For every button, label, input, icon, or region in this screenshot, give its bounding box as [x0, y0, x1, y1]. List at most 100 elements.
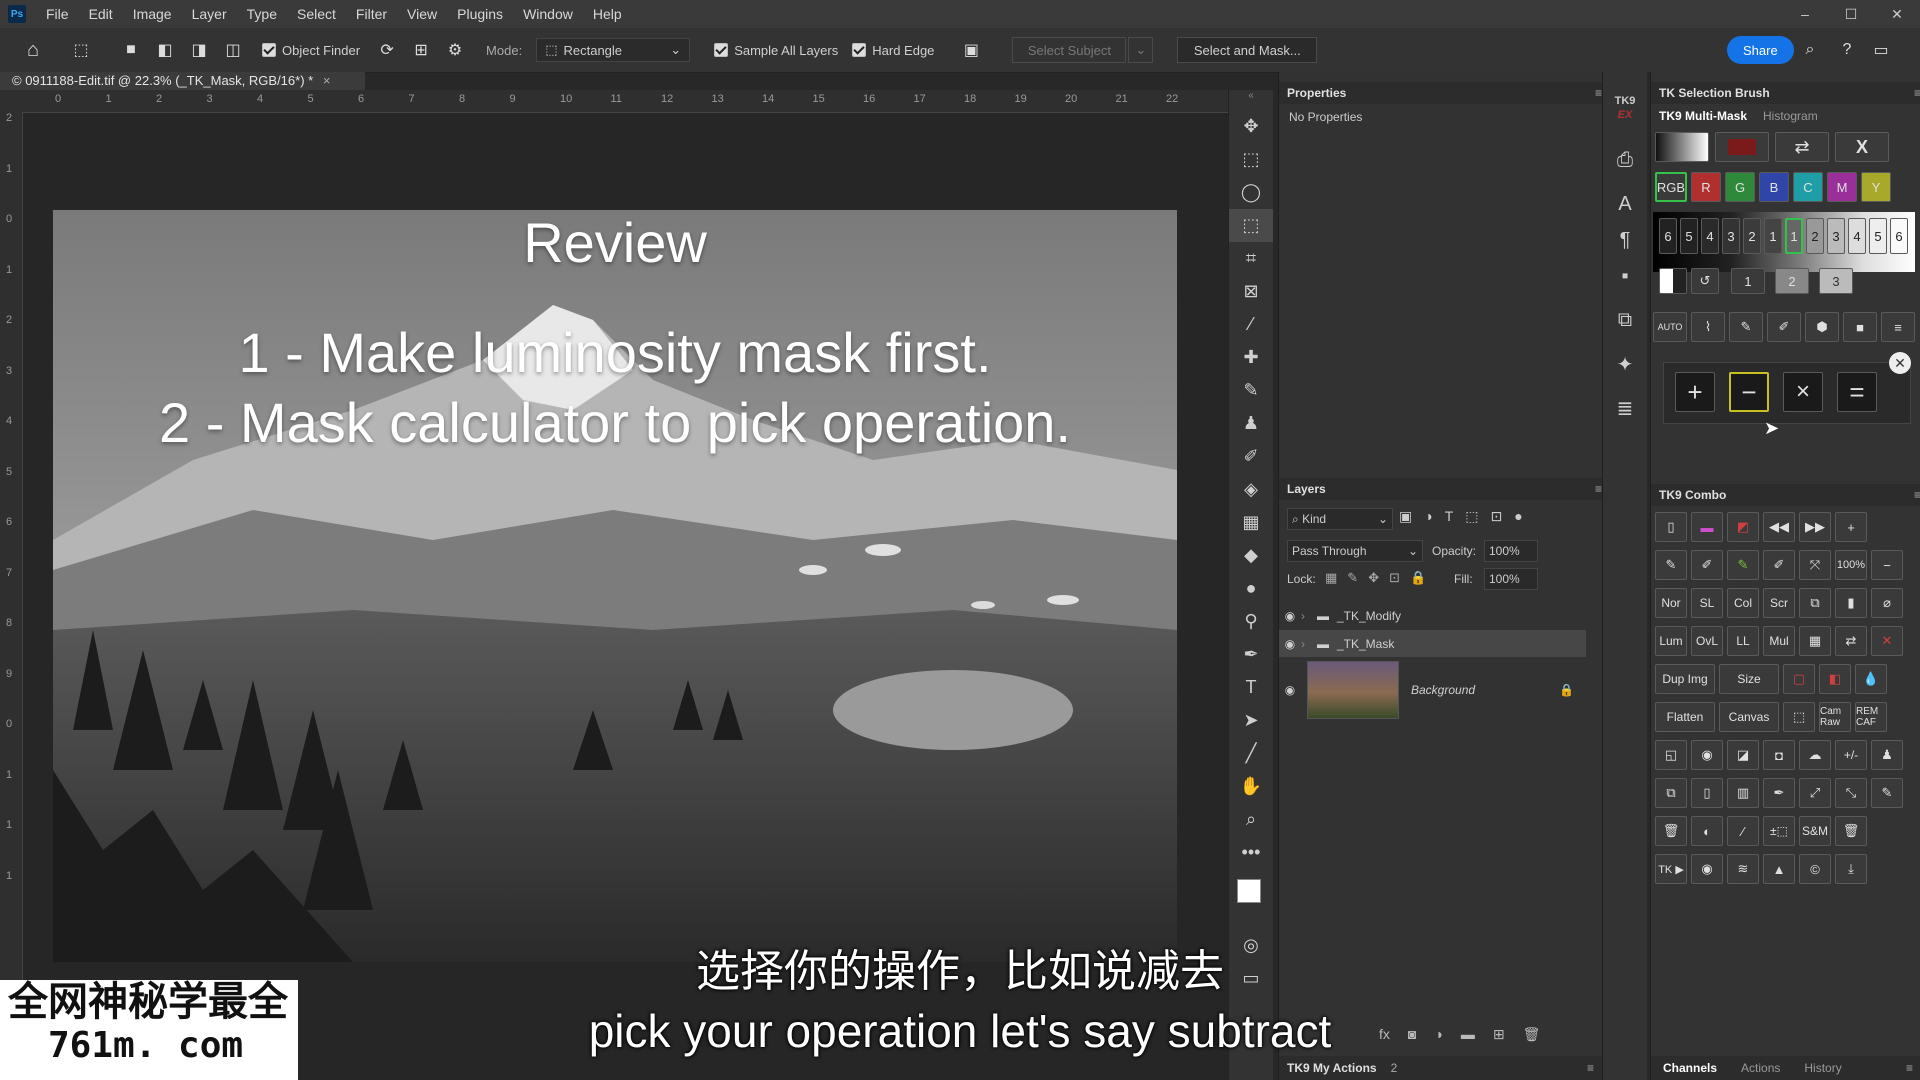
level-light-4[interactable]: 4: [1848, 218, 1866, 254]
auto-levels-icon[interactable]: AUTO: [1653, 312, 1687, 342]
show-all-objects-icon[interactable]: ⊞: [408, 37, 434, 63]
chevron-right-icon[interactable]: ›: [1301, 609, 1317, 623]
adjustment-filter-icon[interactable]: ◑: [1424, 508, 1432, 525]
camera-icon[interactable]: ◉: [1691, 740, 1723, 770]
sparkle-icon[interactable]: ✦: [1603, 342, 1647, 386]
object-selection-tool-icon[interactable]: ⬚: [68, 37, 94, 63]
smart-object-filter-icon[interactable]: ⊡: [1491, 508, 1503, 525]
frame-tool-icon[interactable]: ⊠: [1229, 275, 1273, 308]
lasso-tool-icon[interactable]: ◯: [1229, 176, 1273, 209]
new-selection-icon[interactable]: ■: [118, 37, 144, 63]
lock-position-icon[interactable]: ✥: [1368, 570, 1379, 586]
search-icon[interactable]: ⌕: [1797, 37, 1823, 63]
add-to-selection-icon[interactable]: ◧: [152, 37, 178, 63]
panel-menu-icon[interactable]: ≡: [1906, 1061, 1913, 1075]
panel-menu-icon[interactable]: ≡: [1914, 488, 1920, 502]
tk-play-button[interactable]: TK ▶: [1655, 854, 1687, 884]
menu-edit[interactable]: Edit: [79, 0, 123, 28]
chevron-down-icon[interactable]: ⌄: [1128, 37, 1154, 63]
print-icon[interactable]: ⎙: [1603, 138, 1647, 182]
calculator-icon[interactable]: ▦: [1799, 626, 1831, 656]
eye-icon[interactable]: ◉: [1279, 609, 1301, 623]
blend-col-button[interactable]: Col: [1727, 588, 1759, 618]
resize-icon[interactable]: ⤢: [1799, 778, 1831, 808]
channel-c[interactable]: C: [1793, 172, 1823, 202]
menu-file[interactable]: File: [36, 0, 79, 28]
menu-view[interactable]: View: [397, 0, 447, 28]
layer-row[interactable]: ◉ Background 🔒: [1279, 660, 1586, 720]
portrait-icon[interactable]: ◘: [1763, 740, 1795, 770]
flatten-button[interactable]: Flatten: [1655, 702, 1715, 732]
level-dark-5[interactable]: 5: [1680, 218, 1698, 254]
blend-mul-button[interactable]: Mul: [1763, 626, 1795, 656]
add-icon[interactable]: +: [1835, 512, 1867, 542]
blend-ovl-button[interactable]: OvL: [1691, 626, 1723, 656]
tab-actions[interactable]: Actions: [1729, 1061, 1792, 1075]
edit-icon[interactable]: ✎: [1871, 778, 1903, 808]
foreground-color-swatch[interactable]: [1237, 879, 1261, 903]
chevron-right-icon[interactable]: ›: [1301, 637, 1317, 651]
dup-img-button[interactable]: Dup Img: [1655, 664, 1715, 694]
minus-icon[interactable]: −: [1871, 550, 1903, 580]
glyph-icon[interactable]: ▪: [1603, 254, 1647, 298]
help-icon[interactable]: ?: [1834, 37, 1860, 63]
mode-dropdown[interactable]: ⬚ Rectangle ⌄: [536, 38, 691, 62]
mask-icon[interactable]: ▮: [1835, 588, 1867, 618]
menu-window[interactable]: Window: [513, 0, 583, 28]
brush-black-icon[interactable]: ✎: [1729, 312, 1763, 342]
menu-icon[interactable]: ≡: [1881, 312, 1915, 342]
expand-icon[interactable]: ⤧: [1799, 550, 1831, 580]
triangle-icon[interactable]: ▲: [1763, 854, 1795, 884]
tab-channels[interactable]: Channels: [1651, 1061, 1729, 1075]
black-square-icon[interactable]: ■: [1843, 312, 1877, 342]
color-icon[interactable]: ◩: [1727, 512, 1759, 542]
color-bars-icon[interactable]: ≣: [1603, 386, 1647, 430]
channel-m[interactable]: M: [1827, 172, 1857, 202]
invert-icon[interactable]: [1659, 268, 1687, 294]
path-selection-tool-icon[interactable]: ➤: [1229, 704, 1273, 737]
share-button[interactable]: Share: [1727, 36, 1794, 64]
blend-lum-button[interactable]: Lum: [1655, 626, 1687, 656]
red-layer-icon[interactable]: ◧: [1819, 664, 1851, 694]
brush-green-icon[interactable]: ✎: [1727, 550, 1759, 580]
cam-raw-button[interactable]: Cam Raw: [1819, 702, 1851, 732]
undo-icon[interactable]: ↺: [1691, 268, 1719, 294]
panel-menu-icon[interactable]: ≡: [1914, 86, 1920, 100]
menu-select[interactable]: Select: [287, 0, 346, 28]
size-button[interactable]: Size: [1719, 664, 1779, 694]
sub-level-3[interactable]: 3: [1819, 268, 1853, 294]
red-frame-icon[interactable]: ▢: [1783, 664, 1815, 694]
gradient-tool-icon[interactable]: ▦: [1229, 506, 1273, 539]
channel-rgb[interactable]: RGB: [1655, 172, 1687, 202]
subtract-from-selection-icon[interactable]: ◨: [186, 37, 212, 63]
copyright-icon[interactable]: ©: [1799, 854, 1831, 884]
blend-nor-button[interactable]: Nor: [1655, 588, 1687, 618]
menu-layer[interactable]: Layer: [182, 0, 237, 28]
equals-operation-button[interactable]: =: [1837, 372, 1877, 412]
brush-grey-icon[interactable]: ✐: [1763, 550, 1795, 580]
level-light-5[interactable]: 5: [1869, 218, 1887, 254]
plus-minus-button[interactable]: +/-: [1835, 740, 1867, 770]
document-image[interactable]: Review 1 - Make luminosity mask first. 2…: [53, 210, 1177, 962]
minimize-icon[interactable]: –: [1782, 0, 1828, 28]
download-icon[interactable]: ⤓: [1835, 854, 1867, 884]
menu-help[interactable]: Help: [583, 0, 632, 28]
level-light-3[interactable]: 3: [1827, 218, 1845, 254]
red-x-icon[interactable]: ✕: [1871, 626, 1903, 656]
opacity-field[interactable]: 100%: [1484, 540, 1538, 562]
menu-filter[interactable]: Filter: [346, 0, 397, 28]
menu-image[interactable]: Image: [123, 0, 182, 28]
zoom-tool-alt-icon[interactable]: ⚲: [1229, 605, 1273, 638]
character-icon[interactable]: A: [1603, 182, 1647, 226]
fast-forward-icon[interactable]: ▶▶: [1799, 512, 1831, 542]
subtract-operation-button[interactable]: −: [1729, 372, 1769, 412]
level-dark-4[interactable]: 4: [1701, 218, 1719, 254]
intersect-operation-button[interactable]: ×: [1783, 372, 1823, 412]
filter-toggle-icon[interactable]: ●: [1514, 508, 1522, 525]
layer-row[interactable]: ◉ › ▬ _TK_Modify: [1279, 602, 1586, 629]
sub-level-1[interactable]: 1: [1731, 268, 1765, 294]
cloud-icon[interactable]: ☁: [1799, 740, 1831, 770]
swap-icon[interactable]: ⇄: [1775, 132, 1829, 162]
blend-ll-button[interactable]: LL: [1727, 626, 1759, 656]
more-tools-icon[interactable]: •••: [1229, 836, 1273, 869]
